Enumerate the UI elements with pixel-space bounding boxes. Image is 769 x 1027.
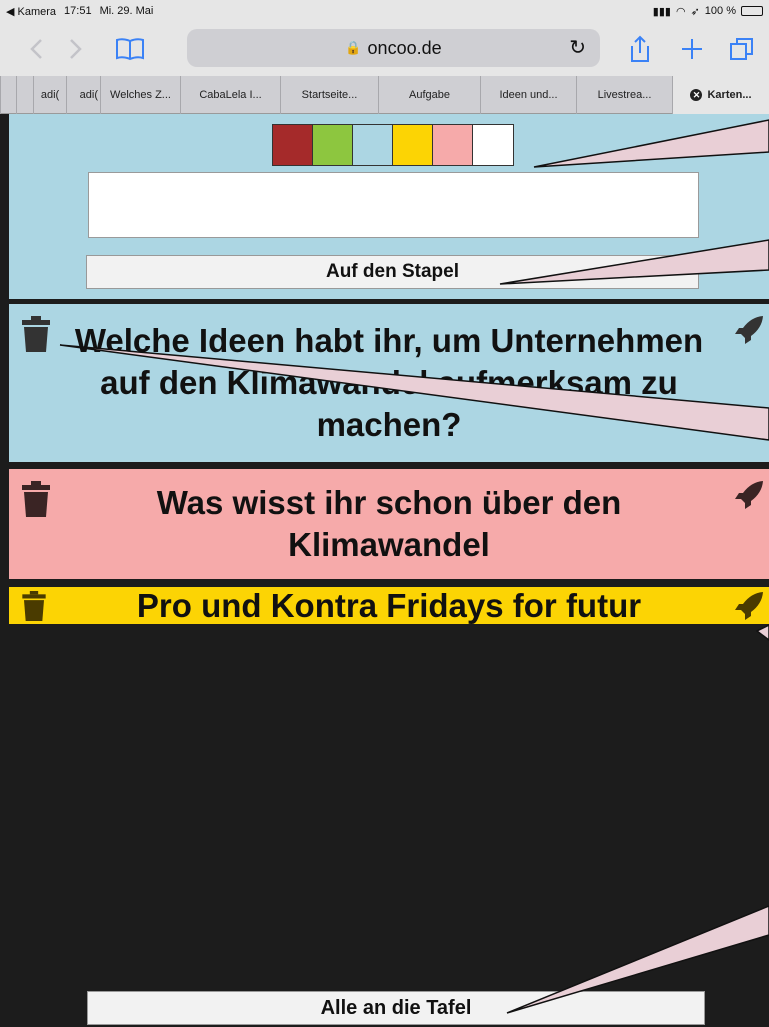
card-text-input[interactable] xyxy=(88,172,699,238)
back-icon[interactable] xyxy=(16,29,56,69)
status-bar: ◀ Kamera 17:51 Mi. 29. Mai ▮▮▮ ◠ ➶ 100 % xyxy=(0,0,769,22)
bookmarks-icon[interactable] xyxy=(110,29,150,69)
battery-icon xyxy=(741,6,763,16)
url-text: oncoo.de xyxy=(367,37,442,58)
status-time: 17:51 xyxy=(64,4,92,17)
card[interactable]: Welche Ideen habt ihr, um Unternehmen au… xyxy=(9,304,769,462)
trash-icon[interactable] xyxy=(21,591,47,621)
tab[interactable]: Aufgabe xyxy=(378,76,480,114)
tab[interactable]: CabaLela I... xyxy=(180,76,280,114)
new-card-panel: Auf den Stapel xyxy=(9,114,769,299)
forward-icon[interactable] xyxy=(56,29,96,69)
signal-icon: ▮▮▮ xyxy=(652,5,671,18)
tab[interactable]: adi( xyxy=(66,76,100,114)
battery-percent: 100 % xyxy=(704,5,736,17)
callout-pointer-rocket xyxy=(755,624,769,641)
add-to-stack-button[interactable]: Auf den Stapel xyxy=(86,255,699,289)
rocket-icon[interactable] xyxy=(733,590,765,622)
tab[interactable] xyxy=(16,76,33,114)
new-tab-icon[interactable] xyxy=(672,29,712,69)
color-swatch-red[interactable] xyxy=(273,125,313,165)
tab[interactable]: Ideen und... xyxy=(480,76,576,114)
color-swatch-lightblue[interactable] xyxy=(353,125,393,165)
lock-icon: 🔒 xyxy=(345,40,362,55)
tabs-icon[interactable] xyxy=(722,29,762,69)
tab[interactable]: adi( xyxy=(33,76,66,114)
color-swatch-yellow[interactable] xyxy=(393,125,433,165)
reload-icon[interactable]: ↻ xyxy=(569,35,586,60)
card-text: Was wisst ihr schon über den Klimawandel xyxy=(156,484,622,563)
address-bar[interactable]: 🔒 oncoo.de ↻ xyxy=(187,29,600,67)
tab[interactable]: Startseite... xyxy=(280,76,378,114)
color-picker xyxy=(272,124,514,166)
color-swatch-pink[interactable] xyxy=(433,125,473,165)
share-icon[interactable] xyxy=(620,29,660,69)
tab[interactable]: Livestrea... xyxy=(576,76,672,114)
tab-active[interactable]: ✕ Karten... xyxy=(672,76,769,114)
trash-icon[interactable] xyxy=(21,481,51,517)
wifi-icon: ◠ xyxy=(675,5,686,18)
color-swatch-white[interactable] xyxy=(473,125,513,165)
card[interactable]: Was wisst ihr schon über den Klimawandel xyxy=(9,469,769,579)
tab[interactable] xyxy=(0,76,16,114)
color-swatch-green[interactable] xyxy=(313,125,353,165)
card-text: Pro und Kontra Fridays for futur xyxy=(136,587,642,624)
close-tab-icon[interactable]: ✕ xyxy=(690,89,703,101)
browser-toolbar: 🔒 oncoo.de ↻ xyxy=(0,22,769,76)
trash-icon[interactable] xyxy=(21,316,51,352)
all-to-board-button[interactable]: Alle an die Tafel xyxy=(87,991,705,1025)
back-to-app-link[interactable]: ◀ Kamera xyxy=(6,5,56,18)
screen: ◀ Kamera 17:51 Mi. 29. Mai ▮▮▮ ◠ ➶ 100 %… xyxy=(0,0,769,1027)
tab[interactable]: Welches Z... xyxy=(100,76,180,114)
rocket-icon[interactable] xyxy=(733,314,765,346)
rocket-icon[interactable] xyxy=(733,479,765,511)
status-date: Mi. 29. Mai xyxy=(99,4,154,17)
card-text: Welche Ideen habt ihr, um Unternehmen au… xyxy=(74,322,704,443)
tab-strip: adi( adi( Welches Z... CabaLela I... Sta… xyxy=(0,76,769,114)
location-icon: ➶ xyxy=(690,5,700,18)
card[interactable]: Pro und Kontra Fridays for futur xyxy=(9,587,769,624)
